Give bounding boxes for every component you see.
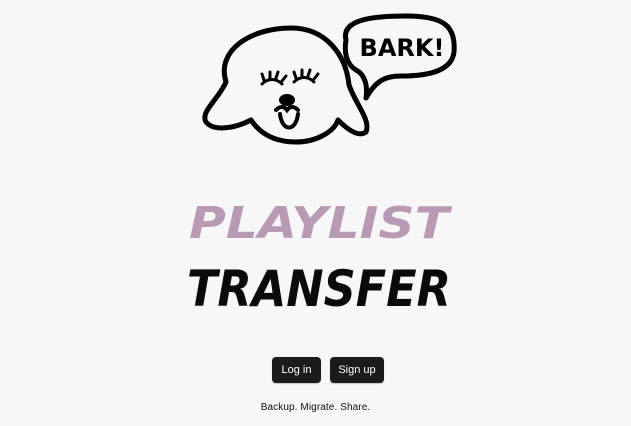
tagline: Backup. Migrate. Share. [260, 402, 371, 413]
speech-bubble-text: BARK! [360, 34, 445, 62]
title-line-transfer: TRANSFER [187, 260, 451, 318]
title-line-playlist: PLAYLIST [189, 198, 452, 249]
landing-page: BARK! PLAYLIST TRANSFER Log in Sign up B… [0, 0, 631, 426]
app-title: PLAYLIST TRANSFER [187, 198, 452, 318]
signup-button[interactable]: Sign up [330, 357, 384, 383]
login-button[interactable]: Log in [272, 357, 321, 383]
auth-buttons: Log in Sign up [272, 357, 384, 383]
dog-mascot-icon: BARK! [202, 13, 457, 145]
